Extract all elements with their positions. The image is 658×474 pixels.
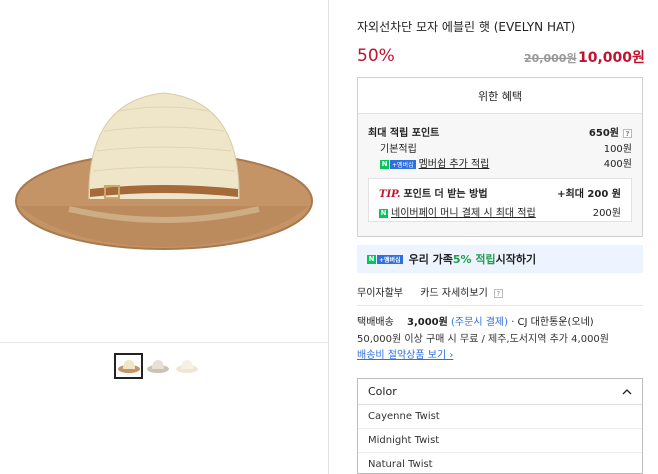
color-option-cayenne[interactable]: Cayenne Twist (358, 405, 642, 429)
installment-row: 무이자할부 카드 자세히보기? (357, 284, 517, 299)
sale-price: 10,000원 (578, 50, 645, 66)
tip-max: +최대 200 원 (557, 189, 621, 200)
column-divider (328, 0, 329, 474)
shipping-label: 택배배송 (357, 317, 394, 328)
product-gallery (0, 0, 328, 474)
shipping-fee-note: (주문시 결제) (451, 317, 509, 328)
naver-membership-icon: N +멤버십 (367, 254, 403, 264)
tip-item-value: 200원 (592, 208, 621, 219)
benefit-body: 최대 적립 포인트 650원? 기본적립 100원 N +멤버십 멤버쉽 추가 적립… (358, 114, 642, 236)
discount-rate: 50% (357, 46, 395, 66)
color-option-midnight[interactable]: Midnight Twist (358, 429, 642, 453)
thumbnail-strip (114, 353, 201, 379)
original-price: 20,000원 (524, 52, 577, 65)
thumbnail-midnight[interactable] (143, 353, 172, 379)
card-details-link[interactable]: 카드 자세히보기 (420, 288, 488, 299)
membership-points-row: N +멤버십 멤버쉽 추가 적립 400원 (380, 155, 632, 170)
benefit-box: 위한 혜택 최대 적립 포인트 650원? 기본적립 100원 N +멤버십 멤버쉽… (357, 77, 643, 237)
product-title: 자외선차단 모자 에블린 햇 (EVELYN HAT) (357, 20, 576, 34)
promo-text-1: 우리 가족 (408, 253, 453, 266)
basic-points-row: 기본적립 100원 (380, 140, 632, 155)
membership-points-value: 400원 (603, 159, 632, 170)
divider (357, 305, 643, 306)
shipping-info: 50,000원 이상 구매 시 무료 / 제주,도서지역 추가 4,000원 (357, 334, 609, 345)
shipping-carrier: · CJ 대한통운(오네) (511, 317, 594, 328)
tip-header-row: TIP. 포인트 더 받는 방법 +최대 200 원 (379, 185, 621, 200)
shipping-fee: 3,000원 (407, 317, 448, 328)
chevron-up-icon (622, 385, 632, 398)
promo-text-3: 시작하기 (495, 253, 537, 266)
tip-label: TIP. (379, 189, 401, 200)
help-icon[interactable]: ? (493, 289, 503, 298)
membership-promo-banner[interactable]: N +멤버십 우리 가족 5% 적립 시작하기 (357, 245, 643, 273)
thumbnail-cayenne[interactable] (114, 353, 143, 379)
shipping-row: 택배배송 3,000원 (주문시 결제) · CJ 대한통운(오네) (357, 313, 594, 328)
max-points-row: 최대 적립 포인트 650원? (368, 124, 632, 139)
tip-title: 포인트 더 받는 방법 (403, 189, 488, 200)
promo-text-2: 5% 적립 (452, 253, 496, 266)
shipping-saving-link[interactable]: 배송비 절약상품 보기 › (357, 346, 453, 361)
color-select[interactable]: Color Cayenne Twist Midnight Twist Natur… (357, 378, 643, 474)
basic-points-label: 기본적립 (380, 144, 417, 155)
basic-points-value: 100원 (603, 144, 632, 155)
gallery-divider (0, 342, 328, 343)
main-product-image[interactable] (0, 0, 328, 342)
max-points-label: 최대 적립 포인트 (368, 128, 440, 139)
color-select-header[interactable]: Color (358, 379, 642, 405)
naver-membership-badge-icon: N +멤버십 (380, 159, 416, 169)
help-icon[interactable]: ? (623, 129, 632, 138)
max-points-value: 650원 (588, 128, 619, 139)
tip-item-link[interactable]: 네이버페이 머니 결제 시 최대 적립 (391, 208, 536, 219)
tip-box: TIP. 포인트 더 받는 방법 +최대 200 원 N 네이버페이 머니 결제 시… (368, 178, 632, 222)
installment-label: 무이자할부 (357, 288, 403, 299)
benefit-header: 위한 혜택 (358, 78, 642, 114)
color-option-natural[interactable]: Natural Twist (358, 453, 642, 474)
naverpay-icon: N (379, 208, 388, 218)
tip-item-row: N 네이버페이 머니 결제 시 최대 적립 200원 (379, 204, 621, 219)
color-select-label: Color (368, 385, 397, 398)
thumbnail-natural[interactable] (172, 353, 201, 379)
membership-points-link[interactable]: 멤버쉽 추가 적립 (419, 159, 490, 170)
